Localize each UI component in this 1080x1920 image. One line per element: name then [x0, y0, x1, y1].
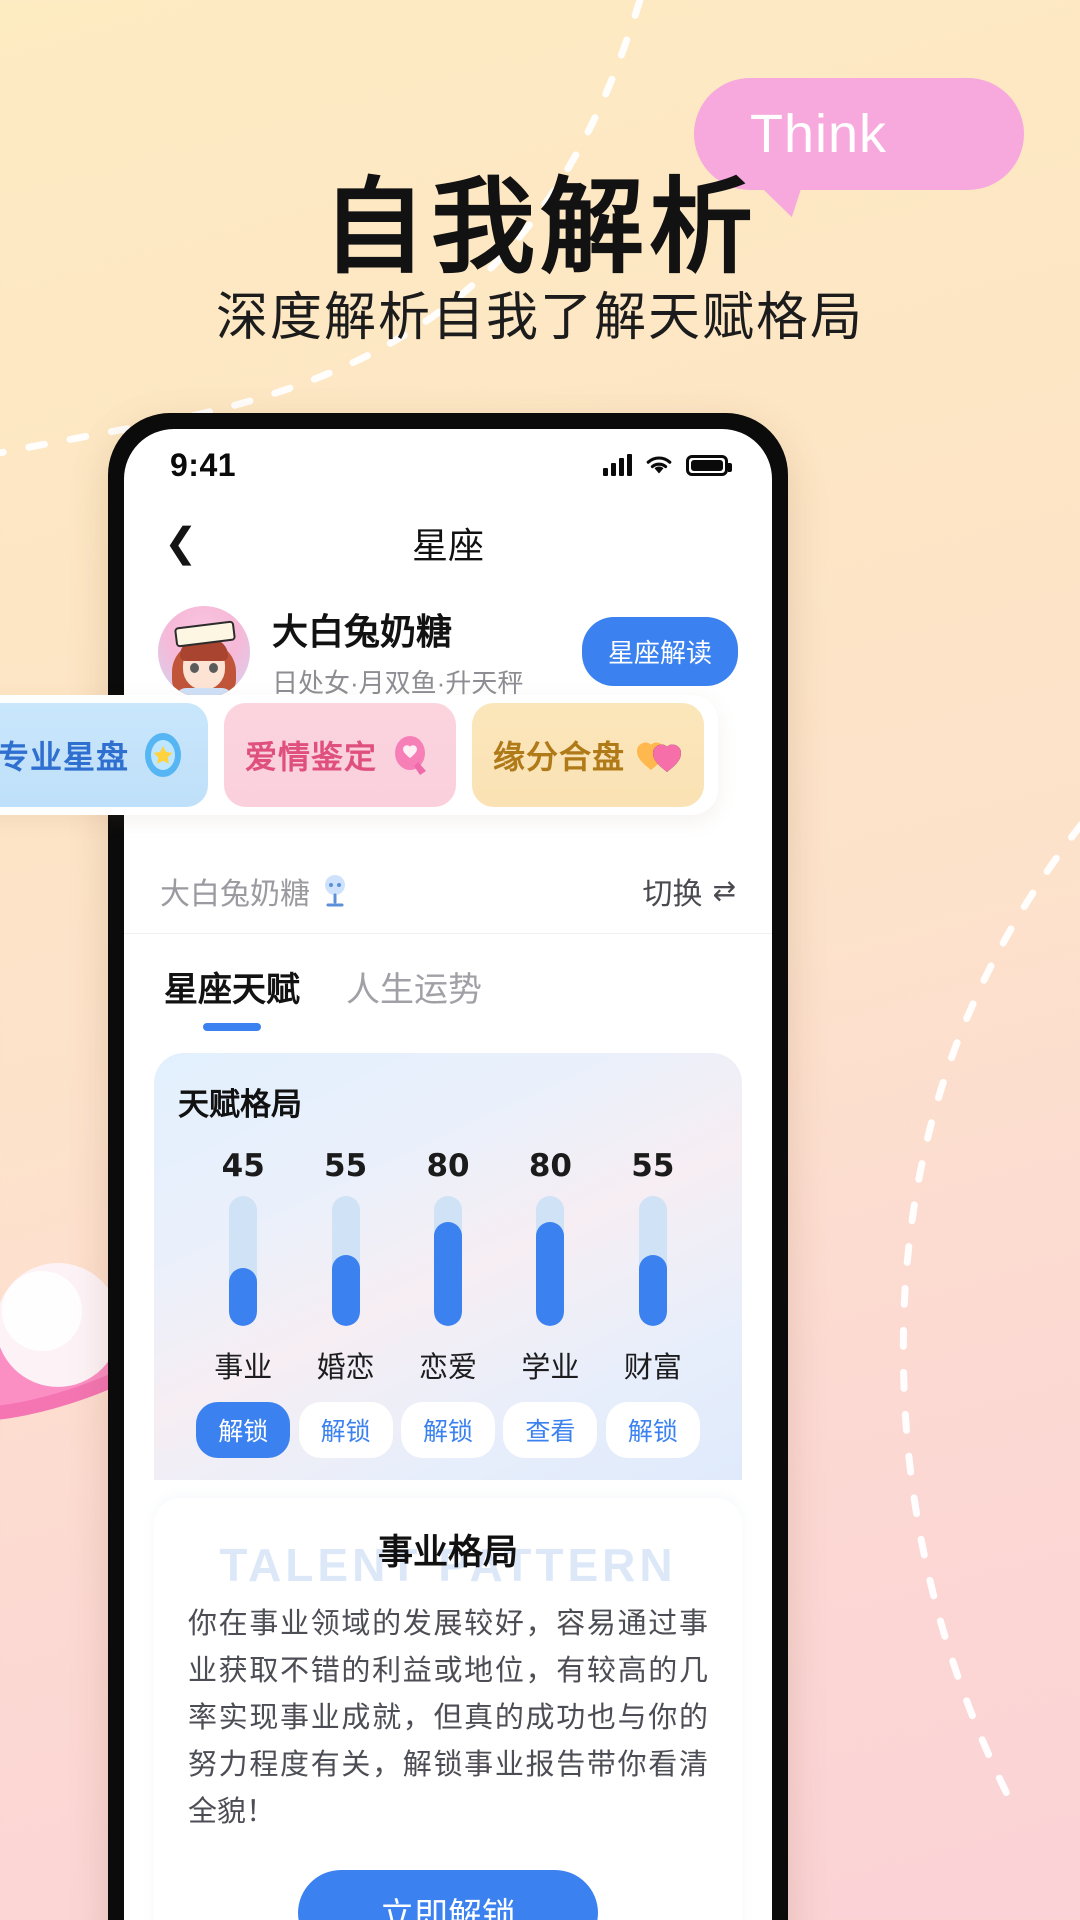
talent-bar-label: 事业: [214, 1352, 273, 1384]
talent-bar-value: 80: [426, 1148, 470, 1184]
person-badge-icon: [325, 874, 345, 906]
horoscope-reading-button[interactable]: 星座解读: [581, 617, 738, 686]
talent-bar-action-button[interactable]: 解锁: [605, 1402, 700, 1458]
talent-bar-track: [331, 1196, 360, 1326]
talent-bar-column: 55 财富解锁: [602, 1148, 704, 1458]
tab-talent[interactable]: 星座天赋: [164, 962, 300, 1031]
talent-bar-action-button[interactable]: 查看: [503, 1402, 598, 1458]
tab-fortune-label: 人生运势: [346, 971, 482, 1009]
talent-bar-label: 婚恋: [316, 1352, 375, 1384]
talent-bar-column: 80 学业查看: [499, 1148, 601, 1458]
tab-active-underline: [203, 1023, 261, 1031]
heart-balloon-icon: [387, 731, 435, 779]
report-body: 你在事业领域的发展较好，容易通过事业获取不错的利益或地位，有较高的几率实现事业成…: [188, 1608, 708, 1828]
avatar: [158, 605, 250, 698]
phone-screen: 9:41 ❮ 星座 大白兔奶糖 日处女·月双鱼·升天秤 星座解读 大白兔奶糖 切…: [124, 429, 772, 1920]
talent-bar-value: 80: [528, 1148, 572, 1184]
talent-chart-title: 天赋格局: [178, 1079, 304, 1124]
page-title: 星座: [411, 525, 484, 566]
talent-bar-column: 45 事业解锁: [192, 1148, 294, 1458]
talent-bar-track: [638, 1196, 667, 1326]
category-card-3[interactable]: 缘分合盘: [472, 703, 704, 807]
talent-bar-fill: [229, 1267, 258, 1326]
talent-bar-chart: 45 事业 解锁 55 婚恋 解锁 80 恋爱 解锁 80 学业 查看 55 财富 解锁: [178, 1124, 718, 1458]
talent-bar-value: 55: [631, 1148, 675, 1184]
category-card-band: 专业星盘 爱情鉴定 缘分合盘: [0, 695, 718, 815]
tab-inactive-underline: [385, 1023, 443, 1031]
poster-headline: 自我解析: [321, 166, 758, 288]
talent-bar-action-button[interactable]: 解锁: [196, 1402, 291, 1458]
talent-bar-label: 恋爱: [419, 1352, 478, 1384]
unlock-button[interactable]: 立即解锁: [298, 1869, 598, 1920]
tab-talent-label: 星座天赋: [164, 971, 300, 1009]
status-indicators: [603, 454, 732, 476]
talent-bar-column: 55 婚恋解锁: [294, 1148, 396, 1458]
talent-bar-fill: [536, 1222, 565, 1326]
talent-bar-fill: [638, 1254, 667, 1326]
talent-chart-card: 天赋格局 45 事业 解锁 55 婚恋 解锁 80 恋爱 解锁 80 学业 查看 55 财富 解锁: [154, 1053, 742, 1480]
wifi-icon: [646, 456, 672, 474]
category-card-label: 爱情鉴定: [244, 739, 377, 775]
talent-bar-label: 学业: [521, 1352, 580, 1384]
talent-bar-column: 80 恋爱解锁: [397, 1148, 499, 1458]
battery-icon: [686, 454, 732, 476]
switch-label: 切换: [642, 877, 703, 911]
tab-bar: 星座天赋 人生运势: [124, 934, 772, 1031]
talent-bar-label: 财富: [623, 1352, 682, 1384]
talent-bar-action-button[interactable]: 解锁: [298, 1402, 393, 1458]
status-bar: 9:41: [124, 429, 772, 501]
switch-current-person: 大白兔奶糖: [160, 869, 350, 913]
double-heart-icon: [635, 731, 683, 779]
talent-bar-fill: [434, 1222, 463, 1326]
talent-bar-track: [434, 1196, 463, 1326]
tab-fortune[interactable]: 人生运势: [346, 962, 482, 1031]
talent-bar-track: [229, 1196, 258, 1326]
category-card-1[interactable]: 专业星盘: [0, 703, 208, 807]
phone-mockup: 9:41 ❮ 星座 大白兔奶糖 日处女·月双鱼·升天秤 星座解读 大白兔奶糖 切…: [108, 413, 788, 1920]
talent-bar-track: [536, 1196, 565, 1326]
category-card-label: 专业星盘: [0, 739, 129, 775]
status-time: 9:41: [170, 446, 237, 483]
talent-bar-action-button[interactable]: 解锁: [401, 1402, 496, 1458]
signal-icon: [603, 454, 632, 476]
profile-name: 大白兔奶糖: [272, 611, 453, 652]
report-title: 事业格局: [377, 1533, 518, 1572]
nav-bar: ❮ 星座: [124, 501, 772, 585]
profile-info: 大白兔奶糖 日处女·月双鱼·升天秤: [272, 603, 582, 700]
swap-arrows-icon: ⇄: [712, 875, 736, 906]
switch-row: 大白兔奶糖 切换 ⇄: [124, 848, 772, 934]
poster-subheadline: 深度解析自我了解天赋格局: [215, 289, 864, 347]
star-badge-icon: [139, 731, 187, 779]
talent-bar-fill: [331, 1254, 360, 1326]
talent-bar-value: 55: [324, 1148, 368, 1184]
switch-button[interactable]: 切换 ⇄: [643, 869, 736, 913]
switch-person-name: 大白兔奶糖: [160, 877, 310, 911]
category-card-label: 缘分合盘: [492, 739, 625, 775]
talent-bar-value: 45: [221, 1148, 265, 1184]
category-card-2[interactable]: 爱情鉴定: [224, 703, 456, 807]
report-card: TALENT PATTERN 事业格局 你在事业领域的发展较好，容易通过事业获取…: [154, 1498, 742, 1920]
